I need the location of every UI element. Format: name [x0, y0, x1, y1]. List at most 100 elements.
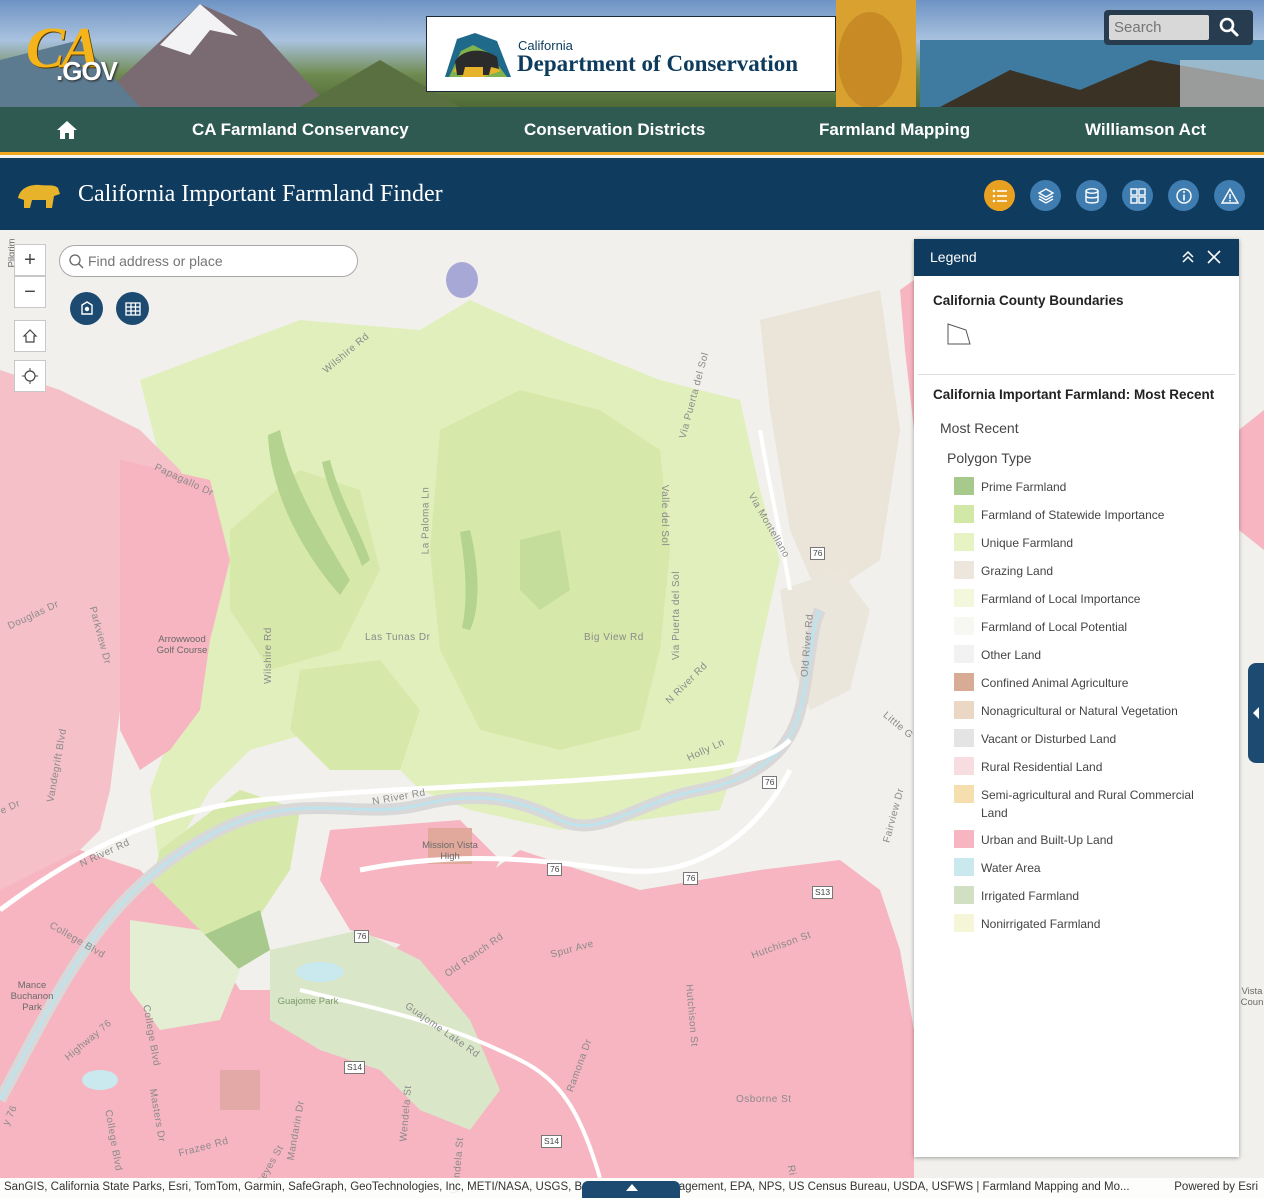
data-tool-button[interactable] — [1076, 180, 1107, 211]
site-search — [1104, 10, 1253, 45]
search-icon[interactable] — [1218, 16, 1240, 38]
legend-swatch — [954, 757, 974, 775]
legend-swatch — [954, 729, 974, 747]
road-label: Valle del Sol — [659, 484, 671, 547]
legend-section-important-farmland: California Important Farmland: Most Rece… — [933, 387, 1215, 402]
legend-swatch — [954, 673, 974, 691]
legend-field-name: Polygon Type — [947, 450, 1032, 466]
active-tool-indicator — [996, 207, 1004, 211]
legend-item-label: Prime Farmland — [981, 480, 1067, 494]
route-shield: S14 — [541, 1135, 563, 1148]
legend-panel: Legend California County Boundaries Cali… — [914, 239, 1239, 1157]
table-icon — [124, 301, 141, 316]
legend-swatch — [954, 645, 974, 663]
address-search-input[interactable] — [88, 251, 348, 271]
legend-item-label: Grazing Land — [981, 564, 1054, 578]
place-label-vista-county: Vista Coun — [1240, 986, 1264, 1008]
department-bear-icon — [445, 33, 511, 77]
default-extent-button[interactable] — [14, 320, 46, 352]
legend-item-label: Irrigated Farmland — [981, 889, 1080, 903]
department-logo[interactable]: California Department of Conservation — [426, 16, 836, 92]
legend-subtitle: Most Recent — [940, 420, 1019, 436]
road-label: Wilshire Rd — [262, 627, 274, 684]
nav-item-williamson-act[interactable]: Williamson Act — [1085, 120, 1206, 140]
route-shield: 76 — [762, 776, 778, 789]
legend-swatch — [954, 505, 974, 523]
road-label: Via Puerta del Sol — [670, 571, 682, 660]
legend-swatch — [954, 701, 974, 719]
legend-swatch — [954, 589, 974, 607]
chevron-up-icon — [626, 1184, 638, 1191]
warning-icon — [1220, 187, 1239, 204]
grid-icon — [1129, 187, 1146, 204]
expand-bottom-panel-button[interactable] — [582, 1181, 680, 1198]
list-icon — [992, 189, 1007, 202]
place-label-guajome-park: Guajome Park — [277, 996, 339, 1007]
zoom-out-button[interactable]: − — [14, 276, 46, 308]
home-icon — [22, 329, 38, 343]
legend-item-label: Farmland of Local Potential — [981, 620, 1128, 634]
select-tool-icon — [80, 300, 93, 315]
legend-swatch — [954, 914, 974, 932]
select-tool-button[interactable] — [70, 292, 103, 325]
layers-icon — [1037, 187, 1054, 204]
route-shield: S13 — [812, 886, 834, 899]
road-label: Big View Rd — [584, 632, 644, 643]
route-shield: 76 — [354, 930, 370, 943]
place-label-school: Mission Vista High — [422, 840, 478, 862]
close-icon[interactable] — [1206, 249, 1222, 265]
locate-icon — [22, 368, 38, 384]
legend-swatch — [954, 561, 974, 579]
search-icon — [69, 254, 84, 269]
database-icon — [1084, 187, 1099, 204]
chevron-left-icon — [1253, 707, 1259, 719]
attribution-text: SanGIS, California State Parks, Esri, To… — [4, 1181, 1130, 1193]
department-name: Department of Conservation — [517, 51, 799, 76]
info-icon — [1175, 187, 1192, 204]
legend-item-label: Vacant or Disturbed Land — [981, 732, 1117, 746]
nav-item-farmland-conservancy[interactable]: CA Farmland Conservancy — [192, 120, 409, 140]
app-header: California Important Farmland Finder — [0, 158, 1264, 230]
legend-item-label: Nonagricultural or Natural Vegetation — [981, 704, 1178, 718]
attribute-table-button[interactable] — [116, 292, 149, 325]
locate-button[interactable] — [14, 360, 46, 392]
main-nav: CA Farmland Conservancy Conservation Dis… — [0, 107, 1264, 155]
nav-item-conservation-districts[interactable]: Conservation Districts — [524, 120, 705, 140]
about-tool-button[interactable] — [1168, 180, 1199, 211]
legend-section-county-boundaries: California County Boundaries — [933, 293, 1124, 308]
legend-swatch — [954, 477, 974, 495]
home-icon[interactable] — [56, 119, 78, 141]
road-label: Ri — [784, 1164, 798, 1177]
nav-item-farmland-mapping[interactable]: Farmland Mapping — [819, 120, 970, 140]
legend-item-label: Rural Residential Land — [981, 760, 1103, 774]
legend-item-label: Semi-agricultural and Rural Commercial L… — [981, 788, 1194, 820]
legend-swatch — [954, 533, 974, 551]
side-panel-toggle[interactable] — [1248, 663, 1264, 763]
route-shield: 76 — [810, 547, 826, 560]
legend-divider — [918, 374, 1235, 375]
cagov-logo-gov: .GOV — [56, 56, 118, 86]
route-shield: 76 — [683, 872, 699, 885]
app-title: California Important Farmland Finder — [78, 181, 443, 207]
legend-swatch — [954, 886, 974, 904]
zoom-in-button[interactable]: + — [14, 244, 46, 276]
legend-item-label: Urban and Built-Up Land — [981, 833, 1114, 847]
legend-item-label: Unique Farmland — [981, 536, 1074, 550]
route-shield: S14 — [344, 1061, 366, 1074]
powered-by-esri[interactable]: Powered by Esri — [1174, 1181, 1258, 1193]
layers-tool-button[interactable] — [1030, 180, 1061, 211]
disclaimer-tool-button[interactable] — [1214, 180, 1245, 211]
place-label-park: Mance Buchanon Park — [10, 980, 54, 1013]
legend-title: Legend — [930, 249, 977, 265]
legend-swatch — [954, 617, 974, 635]
basemap-tool-button[interactable] — [1122, 180, 1153, 211]
legend-item-label: Nonirrigated Farmland — [981, 917, 1101, 931]
legend-item-label: Farmland of Statewide Importance — [981, 508, 1165, 522]
site-search-input[interactable] — [1109, 15, 1209, 40]
legend-item-label: Farmland of Local Importance — [981, 592, 1141, 606]
address-search — [59, 245, 358, 277]
chevron-up-double-icon[interactable] — [1180, 249, 1196, 265]
cagov-logo[interactable]: CA .GOV — [26, 15, 126, 88]
polygon-outline-icon — [947, 323, 971, 345]
place-label-golf-course: Arrowwood Golf Course — [156, 634, 208, 656]
